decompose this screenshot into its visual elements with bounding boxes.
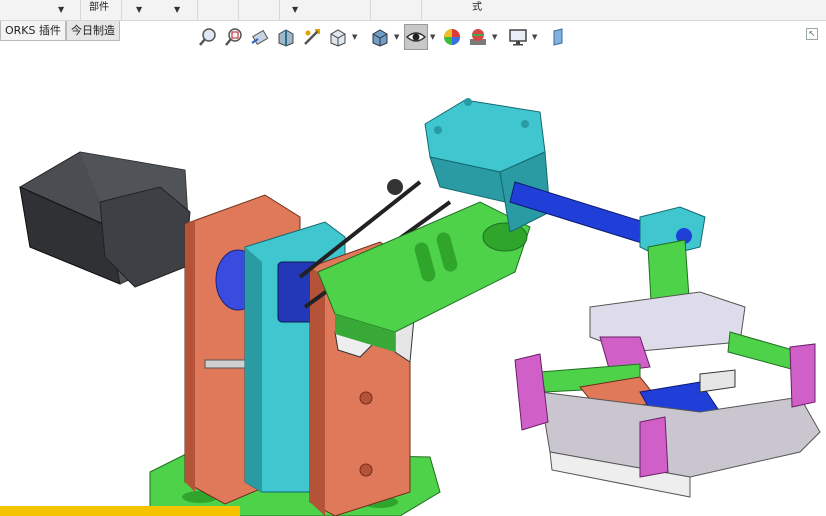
command-tabs: ORKS 插件 今日制造: [0, 21, 120, 41]
dropdown-arrow-icon[interactable]: ▼: [492, 33, 497, 41]
ribbon-cell: [371, 0, 422, 20]
status-highlight-bar: [0, 506, 240, 516]
dropdown-arrow-icon[interactable]: ▼: [136, 5, 142, 14]
edit-appearance-icon: [444, 29, 460, 45]
tab-solidworks-addins[interactable]: ORKS 插件: [0, 21, 66, 41]
ribbon-cell: [239, 0, 280, 20]
view-settings-button[interactable]: [506, 24, 530, 50]
view-orientation-button[interactable]: [326, 24, 350, 50]
previous-view-icon: [251, 29, 269, 46]
zoom-to-fit-icon: [199, 28, 216, 46]
ribbon-cell: ▼: [0, 0, 81, 20]
hide-show-items-button[interactable]: [404, 24, 428, 50]
display-style-icon: [372, 29, 388, 47]
hide-show-items-icon: [406, 32, 426, 42]
gripper-module: [514, 291, 821, 498]
ribbon-cell-parts: 部件: [81, 0, 122, 20]
view-settings-icon: [509, 29, 527, 46]
ribbon-cell: ▼ ▼: [122, 0, 198, 20]
green-rocker-arm: [317, 179, 531, 352]
dropdown-arrow-icon[interactable]: ▼: [532, 33, 537, 41]
command-manager-strip: ▼ 部件 ▼ ▼ ▼ 式: [0, 0, 826, 21]
dropdown-arrow-icon[interactable]: ▼: [292, 5, 298, 14]
parts-label: 部件: [89, 2, 109, 13]
section-view-button[interactable]: [274, 24, 298, 50]
view-orientation-icon: [330, 29, 346, 47]
servo-motor: [19, 151, 191, 288]
zoom-area-button[interactable]: [222, 24, 246, 50]
dropdown-arrow-icon[interactable]: ▼: [430, 33, 435, 41]
orientation-box-icon: [553, 28, 563, 46]
ribbon-cell: [198, 0, 239, 20]
dropdown-arrow-icon[interactable]: ▼: [174, 5, 180, 14]
restore-panel-icon[interactable]: ↖: [806, 28, 818, 40]
section-view-icon: [278, 29, 294, 47]
apply-scene-button[interactable]: [466, 24, 490, 50]
apply-scene-icon: [470, 29, 486, 45]
tab-today-manufacturing[interactable]: 今日制造: [66, 21, 120, 41]
graphics-viewport[interactable]: [0, 52, 826, 516]
display-style-button[interactable]: [368, 24, 392, 50]
zoom-area-icon: [225, 28, 242, 46]
zoom-to-fit-button[interactable]: [196, 24, 220, 50]
dropdown-arrow-icon[interactable]: ▼: [352, 33, 357, 41]
previous-view-button[interactable]: [248, 24, 272, 50]
dropdown-arrow-icon[interactable]: ▼: [58, 5, 64, 14]
ribbon-cell: ▼: [280, 0, 371, 20]
dynamic-annotation-button[interactable]: [300, 24, 324, 50]
style-label: 式: [472, 2, 482, 13]
dropdown-arrow-icon[interactable]: ▼: [394, 33, 399, 41]
edit-appearance-button[interactable]: [440, 24, 464, 50]
orientation-box-button[interactable]: [546, 24, 570, 50]
dynamic-annotation-icon: [304, 29, 320, 45]
